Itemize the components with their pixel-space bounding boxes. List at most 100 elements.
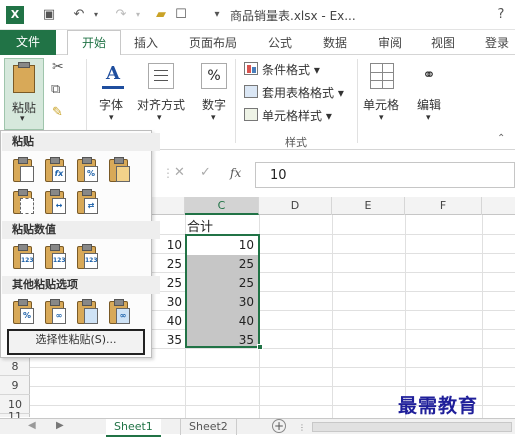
paste-formulas-number-format-icon[interactable]: % <box>75 157 99 183</box>
align-icon[interactable] <box>148 63 174 89</box>
cell-b-value[interactable]: 40 <box>152 314 182 328</box>
align-dropdown-icon[interactable]: ▾ <box>157 113 162 123</box>
cell-b-value[interactable]: 25 <box>152 257 182 271</box>
tab-scroll-icon[interactable]: ⋮ <box>298 423 306 432</box>
column-header-g[interactable] <box>482 197 515 215</box>
header-cell-total[interactable]: 合计 <box>187 216 213 235</box>
cell-c-value[interactable]: 10 <box>187 238 254 252</box>
number-dropdown-icon[interactable]: ▾ <box>211 113 216 123</box>
format-painter-icon[interactable]: ✎ <box>52 105 68 121</box>
collapse-ribbon-icon[interactable]: ⌃ <box>497 133 505 144</box>
cells-icon[interactable] <box>370 63 394 89</box>
other-paste-options-header: 其他粘贴选项 <box>2 276 160 294</box>
paste-formulas-icon[interactable]: fx <box>43 157 67 183</box>
edit-label[interactable]: 编辑 <box>417 96 441 113</box>
paste-link-icon[interactable]: ∞ <box>43 299 67 325</box>
tab-review[interactable]: 审阅 <box>378 34 402 51</box>
tab-login[interactable]: 登录 <box>485 34 509 51</box>
sheet-next-icon[interactable]: ▶ <box>56 420 64 431</box>
cell-c-value[interactable]: 30 <box>187 295 254 309</box>
column-header-c[interactable]: C <box>185 197 259 215</box>
paste-formatting-icon[interactable]: % <box>11 299 35 325</box>
add-sheet-icon[interactable]: + <box>272 419 286 433</box>
font-label[interactable]: 字体 <box>99 96 123 113</box>
row-header[interactable]: 9 <box>0 376 30 395</box>
edit-dropdown-icon[interactable]: ▾ <box>426 113 431 123</box>
paste-icon[interactable] <box>11 157 35 183</box>
undo-icon[interactable]: ↶ <box>70 6 88 24</box>
paste-values-icon[interactable]: 123 <box>11 244 35 270</box>
font-dropdown-icon[interactable]: ▾ <box>109 113 114 123</box>
qat-dropdown-icon[interactable]: ▾ <box>208 6 226 24</box>
copy-icon[interactable]: ⧉ <box>51 82 71 98</box>
font-icon[interactable]: A <box>100 63 126 89</box>
column-header-f[interactable]: F <box>405 197 482 215</box>
conditional-format-button[interactable]: 条件格式 ▾ <box>262 61 320 78</box>
redo-icon[interactable]: ↷ <box>112 6 130 24</box>
sheet-prev-icon[interactable]: ◀ <box>28 420 36 431</box>
enter-icon[interactable]: ✓ <box>200 165 211 180</box>
align-label[interactable]: 对齐方式 <box>137 96 185 113</box>
cell-b-value[interactable]: 30 <box>152 295 182 309</box>
paste-values-source-format-icon[interactable]: 123 <box>75 244 99 270</box>
paste-linked-picture-icon[interactable]: ∞ <box>107 299 131 325</box>
tab-file[interactable]: 文件 <box>0 30 56 55</box>
folder-icon[interactable]: ▰ <box>152 6 170 24</box>
paste-picture-icon[interactable] <box>75 299 99 325</box>
gridline <box>30 367 515 368</box>
column-header-d[interactable]: D <box>259 197 332 215</box>
clipboard-icon <box>13 65 35 93</box>
formula-bar-menu-icon[interactable]: ⋮ <box>162 166 174 180</box>
cells-label[interactable]: 单元格 <box>363 96 399 113</box>
cut-icon[interactable]: ✂ <box>52 59 68 75</box>
tab-page-layout[interactable]: 页面布局 <box>189 34 237 51</box>
cell-c-value[interactable]: 25 <box>187 257 254 271</box>
customize-icon[interactable]: ☐ <box>172 6 190 24</box>
cell-c-value[interactable]: 25 <box>187 276 254 290</box>
gridline <box>405 215 406 418</box>
column-header-b[interactable] <box>152 197 185 215</box>
cells-dropdown-icon[interactable]: ▾ <box>379 113 384 123</box>
binoculars-icon[interactable]: ⚭ <box>417 63 441 89</box>
save-icon[interactable]: ▣ <box>40 6 58 24</box>
gridline <box>30 386 515 387</box>
paste-values-number-format-icon[interactable]: 123 <box>43 244 67 270</box>
paste-special-button[interactable]: 选择性粘贴(S)... <box>7 329 145 355</box>
cell-b-value[interactable]: 35 <box>152 333 182 347</box>
gridline <box>332 215 333 418</box>
tab-view[interactable]: 视图 <box>431 34 455 51</box>
table-format-button[interactable]: 套用表格格式 ▾ <box>262 84 344 101</box>
insert-function-icon[interactable]: fx <box>230 166 241 180</box>
tab-insert[interactable]: 插入 <box>134 34 158 51</box>
column-header-e[interactable]: E <box>332 197 405 215</box>
horizontal-scrollbar[interactable] <box>312 422 512 432</box>
number-label[interactable]: 数字 <box>202 96 226 113</box>
paste-transpose-icon[interactable]: ⇄ <box>75 189 99 215</box>
paste-no-borders-icon[interactable] <box>11 189 35 215</box>
tab-home[interactable]: 开始 <box>67 30 121 57</box>
tab-data[interactable]: 数据 <box>323 34 347 51</box>
formula-input[interactable]: 10 <box>255 162 515 188</box>
fill-handle[interactable] <box>257 344 263 350</box>
ribbon-separator <box>357 59 358 143</box>
cell-c-value[interactable]: 40 <box>187 314 254 328</box>
percent-icon[interactable]: % <box>201 63 227 89</box>
ribbon-separator <box>235 59 236 143</box>
tab-formulas[interactable]: 公式 <box>268 34 292 51</box>
cancel-icon[interactable]: ✕ <box>174 165 185 180</box>
redo-dropdown-icon[interactable]: ▾ <box>129 6 147 24</box>
cell-style-button[interactable]: 单元格样式 ▾ <box>262 107 332 124</box>
cell-b-value[interactable]: 10 <box>152 238 182 252</box>
sheet-tab-2[interactable]: Sheet2 <box>180 419 237 435</box>
undo-dropdown-icon[interactable]: ▾ <box>87 6 105 24</box>
row-headers: 8 9 10 11 <box>0 357 30 422</box>
excel-icon: X <box>6 6 24 24</box>
paste-keep-source-format-icon[interactable] <box>107 157 131 183</box>
sheet-tab-1[interactable]: Sheet1 <box>106 419 161 437</box>
paste-section-header: 粘贴 <box>2 133 160 151</box>
paste-keep-column-widths-icon[interactable]: ↔ <box>43 189 67 215</box>
row-header[interactable]: 8 <box>0 357 30 376</box>
help-icon[interactable]: ? <box>492 6 510 24</box>
cell-c-value[interactable]: 35 <box>187 333 254 347</box>
paste-button[interactable]: 粘贴 ▾ <box>4 58 44 130</box>
